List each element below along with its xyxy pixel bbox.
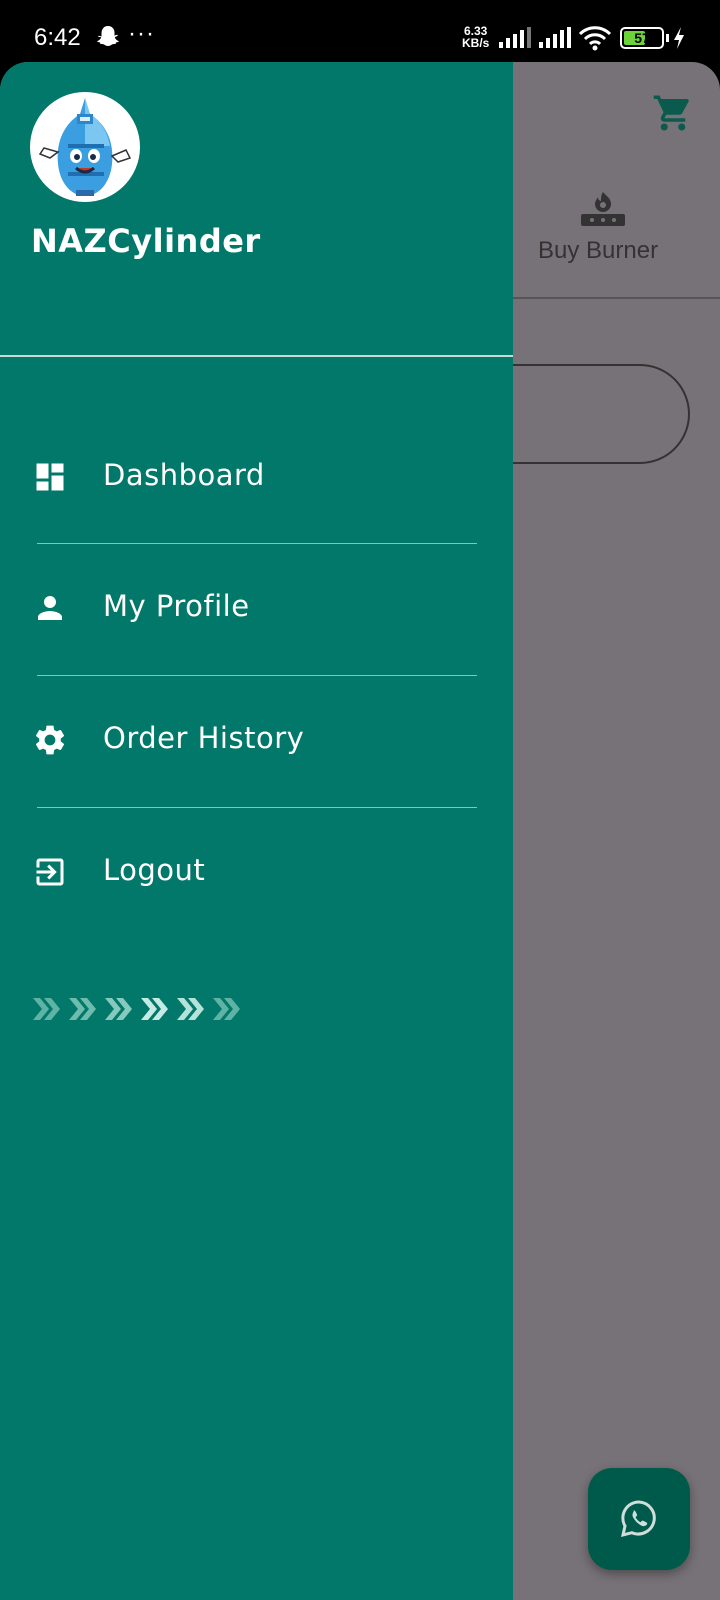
cart-icon[interactable] (652, 92, 694, 134)
gear-icon (35, 725, 65, 755)
status-overflow-dots: ··· (128, 20, 155, 47)
menu-label-logout: Logout (103, 853, 206, 887)
menu-label-dashboard: Dashboard (103, 458, 265, 492)
wifi-icon (578, 26, 612, 51)
menu-item-my-profile[interactable]: My Profile (0, 562, 513, 652)
network-speed: 6.33 KB/s (462, 25, 489, 49)
menu-divider (37, 675, 477, 676)
tab-buy-burner[interactable]: Buy Burner (538, 237, 658, 265)
header-divider (0, 355, 513, 357)
whatsapp-button[interactable] (588, 1468, 690, 1570)
status-time: 6:42 (34, 24, 81, 51)
burner-icon (581, 192, 625, 226)
signal-icon (499, 27, 531, 48)
cylinder-mascot-logo (30, 92, 140, 202)
status-bar: 6:42 ··· 6.33 KB/s 57 (0, 0, 720, 62)
whatsapp-icon (621, 1500, 656, 1538)
menu-divider (37, 807, 477, 808)
battery-cap (666, 34, 669, 42)
chevrons-icon (33, 998, 240, 1020)
menu-label-my-profile: My Profile (103, 589, 250, 623)
menu-item-order-history[interactable]: Order History (0, 694, 513, 784)
dashboard-icon (36, 463, 64, 491)
menu-label-order-history: Order History (103, 721, 305, 755)
battery-percent: 57 (634, 30, 650, 46)
person-icon (38, 596, 62, 620)
app-name: NAZCylinder (31, 222, 261, 260)
logout-icon (36, 858, 64, 886)
battery-icon: 57 (620, 27, 664, 49)
snapchat-icon (97, 26, 119, 46)
signal-icon-2 (539, 27, 571, 48)
menu-item-dashboard[interactable]: Dashboard (0, 431, 513, 521)
menu-item-logout[interactable]: Logout (0, 826, 513, 916)
charging-icon (674, 27, 684, 49)
network-speed-unit: KB/s (462, 36, 490, 50)
menu-divider (37, 543, 477, 544)
navigation-drawer: NAZCylinder Dashboard My Profile Order H… (0, 62, 513, 1600)
